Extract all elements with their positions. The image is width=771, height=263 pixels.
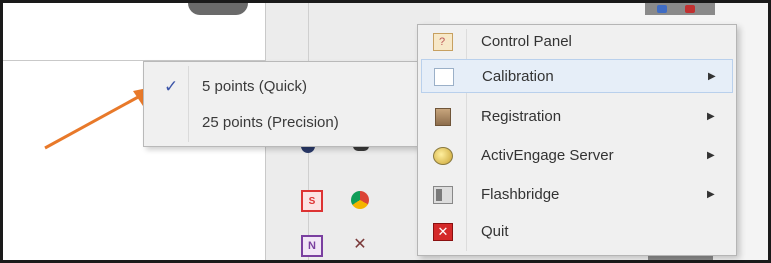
menu-item-label: ActivEngage Server (481, 147, 614, 164)
tray-chrome-icon[interactable] (351, 191, 369, 209)
tray-onenote-icon[interactable]: N (301, 235, 323, 257)
submenu-arrow-icon: ▶ (708, 71, 716, 82)
flashbridge-icon (433, 186, 453, 204)
calibration-submenu: ✓ 5 points (Quick) 25 points (Precision) (143, 61, 421, 147)
menu-item-calibration[interactable]: Calibration ▶ (421, 59, 733, 93)
calibration-icon (434, 68, 454, 86)
submenu-arrow-icon: ▶ (707, 189, 715, 200)
tray-network-icon[interactable]: ✕ (351, 235, 369, 253)
control-panel-icon (433, 25, 453, 59)
activengage-icon (433, 147, 453, 165)
quit-icon: ✕ (433, 223, 453, 241)
menu-item-control-panel[interactable]: Control Panel (421, 25, 733, 59)
menu-item-label: Quit (481, 223, 509, 240)
check-icon: ✓ (164, 77, 179, 96)
submenu-item-25-points[interactable]: 25 points (Precision) (144, 110, 420, 136)
tray-context-menu: Control Panel Calibration ▶ Registration… (417, 24, 737, 256)
tray-shield-icon[interactable]: S (301, 190, 323, 212)
menu-item-label: Flashbridge (481, 186, 560, 203)
tray-tile (645, 3, 715, 15)
menu-item-registration[interactable]: Registration ▶ (421, 100, 733, 134)
submenu-item-label: 5 points (Quick) (202, 78, 308, 95)
registration-icon (435, 108, 451, 126)
menu-item-label: Registration (481, 108, 562, 125)
menu-item-label: Control Panel (481, 33, 572, 50)
menu-item-activengage-server[interactable]: ActivEngage Server ▶ (421, 139, 733, 173)
onenote-letter: N (308, 240, 316, 252)
desktop-shape (188, 3, 248, 15)
menu-item-quit[interactable]: ✕ Quit (421, 215, 733, 249)
submenu-arrow-icon: ▶ (707, 111, 715, 122)
menu-item-label: Calibration (482, 68, 554, 85)
submenu-item-label: 25 points (Precision) (202, 114, 339, 131)
menu-item-flashbridge[interactable]: Flashbridge ▶ (421, 178, 733, 212)
submenu-item-5-points[interactable]: ✓ 5 points (Quick) (144, 74, 420, 100)
submenu-arrow-icon: ▶ (707, 150, 715, 161)
